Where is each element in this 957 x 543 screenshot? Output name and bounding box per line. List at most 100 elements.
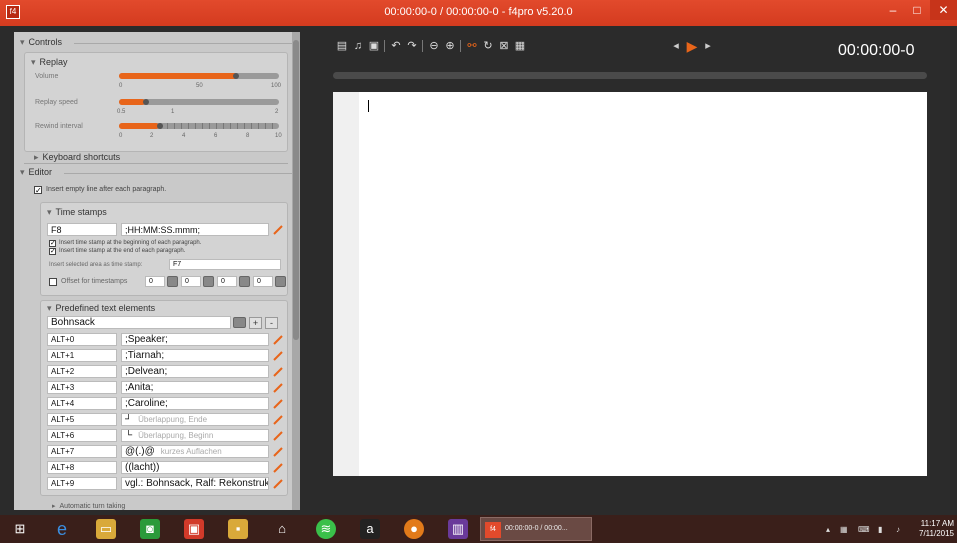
edit-pencil-icon[interactable]: [273, 351, 283, 361]
zoom-out-icon[interactable]: ⊖: [428, 40, 440, 52]
spotify-icon[interactable]: ≋: [316, 519, 336, 539]
home-icon[interactable]: ⌂: [272, 519, 292, 539]
predefined-text-input[interactable]: vgl.: Bohnsack, Ralf: Rekonstrukti: [121, 477, 269, 490]
amazon-icon[interactable]: a: [360, 519, 380, 539]
predefined-header[interactable]: ▾ Predefined text elements: [47, 303, 155, 314]
edit-pencil-icon[interactable]: [273, 383, 283, 393]
refresh-icon[interactable]: ↻: [482, 40, 494, 52]
predefined-text-input[interactable]: ((lacht)): [121, 461, 269, 474]
file-explorer-icon[interactable]: ▭: [96, 519, 116, 539]
predefined-key-input[interactable]: ALT+1: [47, 349, 117, 362]
offset-input[interactable]: 0: [181, 276, 201, 287]
predefined-text-input[interactable]: ┘ Überlappung, Ende: [121, 413, 269, 426]
selected-area-key-input[interactable]: F7: [169, 259, 281, 270]
timestamp-begin-checkbox[interactable]: ✓: [49, 240, 56, 247]
predefined-key-input[interactable]: ALT+3: [47, 381, 117, 394]
network-icon[interactable]: ▦: [840, 525, 848, 534]
disk-icon[interactable]: ▣: [368, 40, 380, 52]
forward-icon[interactable]: ▸: [702, 40, 714, 52]
position-bar[interactable]: [333, 72, 927, 79]
maximize-button[interactable]: □: [904, 0, 930, 20]
predefined-text-input[interactable]: ;Delvean;: [121, 365, 269, 378]
close-icon[interactable]: ⊠: [498, 40, 510, 52]
predefined-key-input[interactable]: ALT+7: [47, 445, 117, 458]
timestamp-key-input[interactable]: F8: [47, 223, 117, 236]
edit-pencil-icon[interactable]: [273, 479, 283, 489]
replay-speed-knob[interactable]: [143, 99, 149, 105]
edit-pencil-icon[interactable]: [273, 447, 283, 457]
keyboard-icon[interactable]: ⌨: [858, 525, 870, 534]
edit-pencil-icon[interactable]: [273, 399, 283, 409]
signal-icon[interactable]: ▮: [878, 525, 882, 534]
link-icon[interactable]: ⚯: [466, 40, 478, 52]
offset-spinner[interactable]: [239, 276, 250, 287]
insert-empty-line-checkbox[interactable]: ✓: [34, 186, 42, 195]
predefined-key-input[interactable]: ALT+4: [47, 397, 117, 410]
remove-preset-button[interactable]: -: [265, 317, 278, 329]
editor-section-header[interactable]: ▾ Editor: [20, 167, 52, 178]
tray-chevron-icon[interactable]: ▴: [826, 525, 830, 534]
play-icon[interactable]: ▶: [686, 39, 698, 53]
zoom-in-icon[interactable]: ⊕: [444, 40, 456, 52]
predefined-text-input[interactable]: @(.)@ kurzes Auflachen: [121, 445, 269, 458]
predefined-text: └: [125, 430, 133, 441]
photo-icon[interactable]: ▣: [184, 519, 204, 539]
predefined-key-input[interactable]: ALT+6: [47, 429, 117, 442]
app-icon[interactable]: ▪: [228, 519, 248, 539]
offset-input[interactable]: 0: [253, 276, 273, 287]
predefined-text-input[interactable]: └ Überlappung, Beginn: [121, 429, 269, 442]
predefined-key-input[interactable]: ALT+2: [47, 365, 117, 378]
edit-pencil-icon[interactable]: [273, 225, 283, 235]
rewind-icon[interactable]: ◂: [670, 40, 682, 52]
predefined-text-input[interactable]: ;Tiarnah;: [121, 349, 269, 362]
edit-pencil-icon[interactable]: [273, 463, 283, 473]
volume-knob[interactable]: [233, 73, 239, 79]
undo-icon[interactable]: ↶: [390, 40, 402, 52]
offset-input[interactable]: 0: [145, 276, 165, 287]
edit-pencil-icon[interactable]: [273, 335, 283, 345]
predefined-key-input[interactable]: ALT+8: [47, 461, 117, 474]
predefined-key-input[interactable]: ALT+5: [47, 413, 117, 426]
offset-spinner[interactable]: [203, 276, 214, 287]
ie-icon[interactable]: e: [52, 519, 72, 539]
calendar-icon[interactable]: ▦: [514, 40, 526, 52]
volume-icon[interactable]: ♪: [896, 525, 900, 534]
offset-timestamps-checkbox[interactable]: [49, 278, 57, 286]
predefined-text-input[interactable]: ;Anita;: [121, 381, 269, 394]
preset-select[interactable]: Bohnsack: [47, 316, 231, 329]
add-preset-button[interactable]: +: [249, 317, 262, 329]
edit-pencil-icon[interactable]: [273, 367, 283, 377]
keyboard-shortcuts-header[interactable]: ▸ Keyboard shortcuts: [34, 152, 120, 163]
replay-header[interactable]: ▾ Replay: [31, 57, 68, 68]
offset-input[interactable]: 0: [217, 276, 237, 287]
predefined-text-input[interactable]: ;Speaker;: [121, 333, 269, 346]
taskbar-f4-task[interactable]: f4 00:00:00-0 / 00:00...: [480, 517, 592, 541]
minimize-button[interactable]: –: [880, 0, 906, 20]
edit-pencil-icon[interactable]: [273, 415, 283, 425]
predefined-text-input[interactable]: ;Caroline;: [121, 397, 269, 410]
controls-section-header[interactable]: ▾ Controls: [20, 37, 62, 48]
taskbar-clock[interactable]: 11:17 AM 7/11/2015: [918, 519, 954, 539]
music-icon[interactable]: ♫: [352, 40, 364, 52]
rewind-interval-knob[interactable]: [157, 123, 163, 129]
offset-spinner[interactable]: [275, 276, 286, 287]
volume-label: Volume: [35, 73, 59, 80]
save-icon[interactable]: ▤: [336, 40, 348, 52]
close-button[interactable]: ✕: [930, 0, 957, 20]
predefined-key-input[interactable]: ALT+0: [47, 333, 117, 346]
timestamp-end-checkbox[interactable]: ✓: [49, 248, 56, 255]
timestamps-header[interactable]: ▾ Time stamps: [47, 207, 107, 218]
predefined-key-input[interactable]: ALT+9: [47, 477, 117, 490]
auto-turn-header[interactable]: ▸ Automatic turn taking: [52, 502, 125, 510]
preset-dropdown-button[interactable]: [233, 317, 246, 328]
firefox-icon[interactable]: ●: [404, 519, 424, 539]
timestamp-format-input[interactable]: ;HH:MM:SS.mmm;: [121, 223, 269, 236]
edit-pencil-icon[interactable]: [273, 431, 283, 441]
redo-icon[interactable]: ↷: [406, 40, 418, 52]
transcript-editor[interactable]: [333, 92, 927, 476]
store-icon[interactable]: ◙: [140, 519, 160, 539]
start-icon[interactable]: ⊞: [10, 519, 30, 539]
offset-spinner[interactable]: [167, 276, 178, 287]
panel-scrollbar-thumb[interactable]: [293, 40, 299, 340]
onenote-icon[interactable]: ▥: [448, 519, 468, 539]
